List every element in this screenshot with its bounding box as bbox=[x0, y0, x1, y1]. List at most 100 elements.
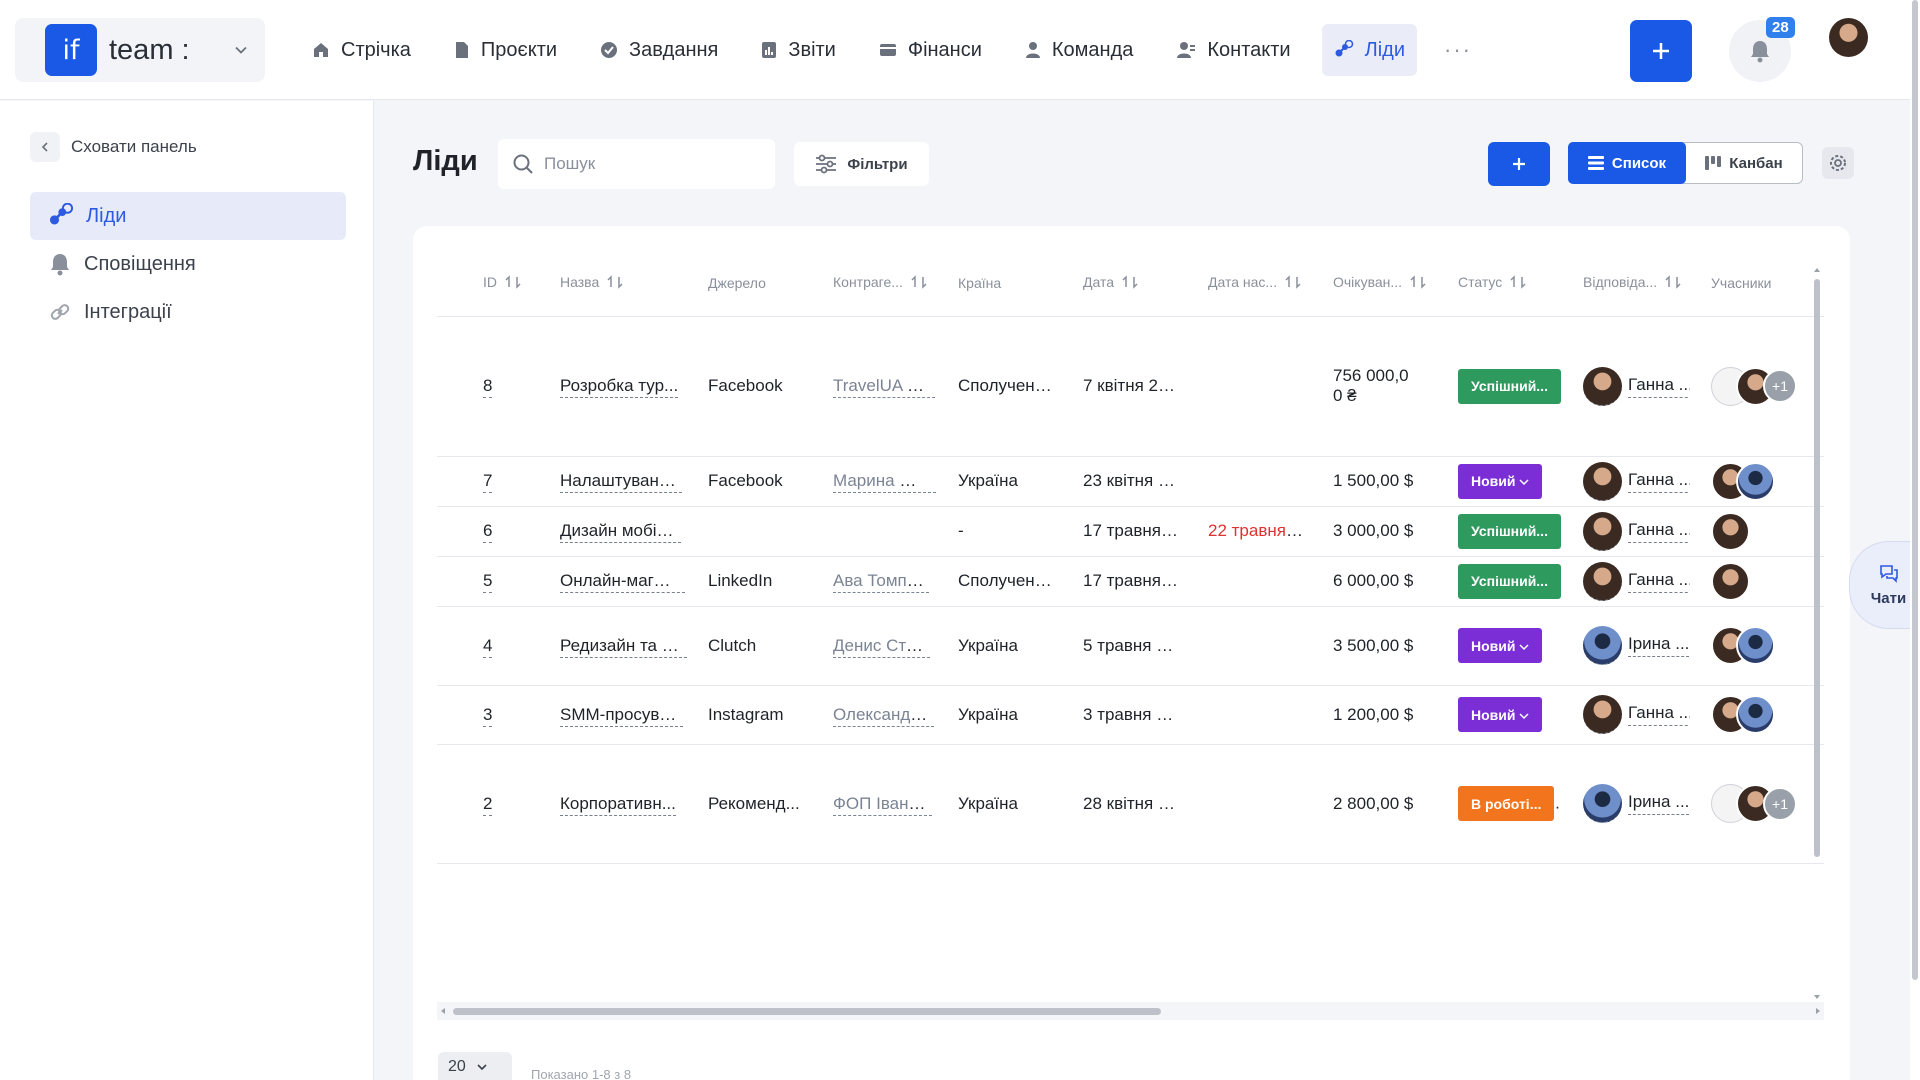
lead-counterparty[interactable]: Денис Ста... bbox=[833, 635, 930, 658]
participant-avatar[interactable] bbox=[1736, 626, 1775, 665]
list-view-button[interactable]: Список bbox=[1568, 142, 1686, 184]
lead-name[interactable]: Розробка тур... bbox=[560, 376, 679, 398]
sort-icon[interactable] bbox=[1665, 275, 1681, 292]
sort-icon[interactable] bbox=[1410, 275, 1426, 292]
lead-name[interactable]: Дизайн мобіл... bbox=[560, 521, 681, 543]
status-badge[interactable]: Успішний... bbox=[1458, 513, 1561, 549]
lead-name[interactable]: Онлайн-магаз... bbox=[560, 571, 685, 593]
hide-panel-button[interactable]: Сховати панель bbox=[30, 132, 197, 162]
participant-avatar[interactable] bbox=[1736, 695, 1775, 734]
sort-icon[interactable] bbox=[1510, 275, 1526, 292]
status-badge[interactable]: В роботі... bbox=[1458, 786, 1555, 821]
nav-item-tasks[interactable]: Завдання bbox=[588, 24, 730, 76]
sort-icon[interactable] bbox=[911, 275, 927, 292]
scrollbar-thumb[interactable] bbox=[453, 1008, 1161, 1015]
lead-name[interactable]: Налаштуванн... bbox=[560, 471, 683, 493]
lead-counterparty[interactable]: ФОП Івано... bbox=[833, 793, 933, 816]
lead-name[interactable]: Редизайн та S... bbox=[560, 635, 687, 658]
search-box[interactable] bbox=[498, 139, 775, 189]
responsible-person[interactable]: Ганна ... bbox=[1583, 461, 1690, 501]
nav-more-button[interactable]: ··· bbox=[1444, 37, 1472, 63]
user-avatar[interactable] bbox=[1829, 18, 1868, 57]
add-lead-button[interactable] bbox=[1488, 142, 1550, 186]
table-row[interactable]: 6 Дизайн мобіл... - 17 травня 2... 22 травня… bbox=[437, 506, 1824, 557]
lead-id[interactable]: 3 bbox=[483, 704, 493, 727]
scrollbar-thumb[interactable] bbox=[1912, 0, 1918, 980]
column-header[interactable]: Дата нас... bbox=[1187, 251, 1312, 317]
sidebar-menu: Ліди Сповіщення Інтеграції bbox=[30, 192, 346, 336]
more-participants-badge[interactable]: +1 bbox=[1763, 786, 1797, 821]
nav-item-contacts[interactable]: Контакти bbox=[1164, 24, 1302, 76]
sidebar-item-leads[interactable]: Ліди bbox=[30, 192, 346, 240]
nav-item-team[interactable]: Команда bbox=[1013, 24, 1145, 76]
column-header[interactable]: Статус bbox=[1437, 251, 1562, 317]
page-size-select[interactable]: 20 bbox=[438, 1052, 512, 1080]
lead-counterparty[interactable]: TravelUA LL... bbox=[833, 376, 937, 398]
responsible-person[interactable]: Ганна ... bbox=[1583, 511, 1690, 551]
nav-item-projects[interactable]: Проєкти bbox=[442, 24, 569, 76]
workspace-switcher[interactable]: if team : bbox=[15, 18, 265, 82]
lead-counterparty[interactable]: Олександр... bbox=[833, 704, 934, 727]
search-input[interactable] bbox=[544, 154, 744, 174]
lead-id[interactable]: 8 bbox=[483, 376, 493, 398]
column-header[interactable]: Контраге... bbox=[812, 251, 937, 317]
sort-icon[interactable] bbox=[505, 275, 521, 292]
lead-counterparty[interactable]: Марина Ор... bbox=[833, 471, 937, 493]
table-row[interactable]: 8 Розробка тур... Facebook TravelUA LL... Сп… bbox=[437, 316, 1824, 457]
sort-icon[interactable] bbox=[607, 275, 623, 292]
table-settings-button[interactable] bbox=[1822, 147, 1854, 179]
lead-name[interactable]: Корпоративн... bbox=[560, 793, 676, 816]
responsible-person[interactable]: Ганна ... bbox=[1583, 366, 1690, 406]
lead-id[interactable]: 4 bbox=[483, 635, 493, 658]
column-title: Очікуван... bbox=[1333, 274, 1403, 291]
column-header[interactable]: Очікуван... bbox=[1312, 251, 1437, 317]
more-participants-badge[interactable]: +1 bbox=[1763, 369, 1797, 403]
lead-name[interactable]: SMM-просува... bbox=[560, 704, 683, 727]
table-row[interactable]: 5 Онлайн-магаз... LinkedIn Ава Томпс... Спол… bbox=[437, 556, 1824, 607]
lead-id[interactable]: 2 bbox=[483, 793, 493, 816]
responsible-person[interactable]: Ганна ... bbox=[1583, 561, 1690, 601]
sort-icon[interactable] bbox=[1285, 275, 1301, 292]
status-badge[interactable]: Новий bbox=[1458, 628, 1543, 663]
sidebar-item-integrations[interactable]: Інтеграції bbox=[30, 288, 346, 336]
lead-country: - bbox=[958, 521, 964, 540]
table-vertical-scrollbar[interactable] bbox=[1811, 264, 1823, 999]
table-row[interactable]: 2 Корпоративн... Рекоменд... ФОП Івано... Ук… bbox=[437, 744, 1824, 864]
status-badge[interactable]: Новий bbox=[1458, 697, 1543, 732]
nav-item-feed[interactable]: Стрічка bbox=[300, 24, 423, 76]
scrollbar-thumb[interactable] bbox=[1814, 279, 1820, 857]
participant-avatar[interactable] bbox=[1736, 461, 1775, 501]
nav-item-reports[interactable]: Звіти bbox=[749, 24, 847, 76]
table-row[interactable]: 7 Налаштуванн... Facebook Марина Ор... Украї… bbox=[437, 456, 1824, 507]
search-icon bbox=[513, 154, 533, 174]
responsible-person[interactable]: Ірина ... bbox=[1583, 784, 1690, 823]
table-row[interactable]: 4 Редизайн та S... Clutch Денис Ста... Украї… bbox=[437, 606, 1824, 686]
page-size-value: 20 bbox=[448, 1058, 466, 1075]
responsible-person[interactable]: Ірина ... bbox=[1583, 626, 1690, 665]
table-row[interactable]: 3 SMM-просува... Instagram Олександр... Укра… bbox=[437, 685, 1824, 745]
lead-counterparty[interactable]: Ава Томпс... bbox=[833, 571, 930, 593]
column-header[interactable]: ID bbox=[437, 251, 539, 317]
participant-avatar[interactable] bbox=[1711, 561, 1750, 601]
lead-id[interactable]: 6 bbox=[483, 521, 493, 543]
responsible-person[interactable]: Ганна ... bbox=[1583, 695, 1690, 734]
sidebar-item-notifications[interactable]: Сповіщення bbox=[30, 240, 346, 288]
column-header[interactable]: Дата bbox=[1062, 251, 1187, 317]
page-scrollbar[interactable] bbox=[1910, 0, 1920, 1080]
kanban-view-button[interactable]: Канбан bbox=[1686, 143, 1802, 183]
nav-item-leads[interactable]: Ліди bbox=[1321, 24, 1417, 76]
filters-button[interactable]: Фільтри bbox=[794, 142, 929, 186]
participants bbox=[1711, 461, 1819, 501]
lead-id[interactable]: 7 bbox=[483, 471, 493, 493]
status-badge[interactable]: Успішний... bbox=[1458, 563, 1561, 599]
participant-avatar[interactable] bbox=[1711, 511, 1750, 551]
column-header[interactable]: Відповіда... bbox=[1562, 251, 1690, 317]
lead-id[interactable]: 5 bbox=[483, 571, 493, 593]
table-horizontal-scrollbar[interactable] bbox=[437, 1002, 1824, 1020]
status-badge[interactable]: Новий bbox=[1458, 463, 1543, 499]
nav-item-finance[interactable]: Фінанси bbox=[867, 24, 994, 76]
sort-icon[interactable] bbox=[1122, 275, 1138, 292]
global-add-button[interactable] bbox=[1630, 20, 1692, 82]
status-badge[interactable]: Успішний... bbox=[1458, 368, 1561, 404]
column-header[interactable]: Назва bbox=[539, 251, 687, 317]
